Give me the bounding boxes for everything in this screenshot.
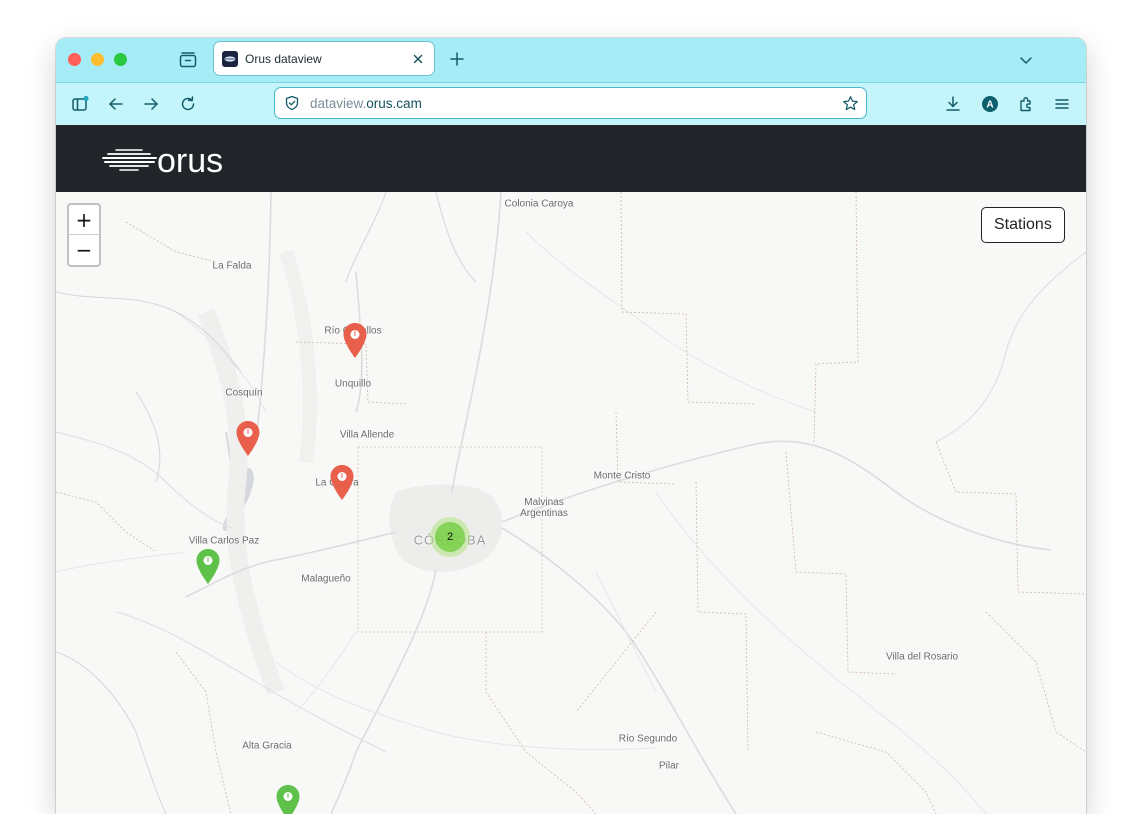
station-cluster-marker[interactable]: 2 — [430, 517, 470, 557]
url-domain: orus.cam — [366, 95, 422, 111]
place-label-pilar: Pilar — [658, 760, 680, 772]
back-arrow-icon[interactable] — [107, 95, 125, 113]
cluster-count: 2 — [435, 522, 465, 552]
forward-arrow-icon[interactable] — [142, 95, 160, 113]
zoom-control: + − — [67, 203, 101, 267]
station-marker-rio-ceballos[interactable] — [342, 322, 368, 360]
svg-text:A: A — [986, 100, 993, 111]
maximize-window-button[interactable] — [114, 53, 127, 66]
extensions-puzzle-icon[interactable] — [1017, 95, 1035, 113]
station-marker-villa-carlos-paz[interactable] — [195, 548, 221, 586]
minimize-window-button[interactable] — [91, 53, 104, 66]
chevron-down-icon[interactable] — [1018, 52, 1034, 68]
close-window-button[interactable] — [68, 53, 81, 66]
logo-wordmark: orus — [157, 142, 223, 177]
basemap — [56, 192, 1086, 814]
station-marker-alta-gracia[interactable] — [275, 784, 301, 814]
place-label-cosquin: Cosquín — [225, 387, 263, 399]
close-icon[interactable] — [411, 52, 425, 66]
menu-hamburger-icon[interactable] — [1053, 95, 1071, 113]
place-label-villa-del-rosario: Villa del Rosario — [885, 651, 959, 663]
tab-strip: Orus dataview — [56, 38, 1086, 82]
place-label-malagueno: Malagueño — [301, 573, 351, 585]
download-icon[interactable] — [944, 95, 962, 113]
new-tab-plus-icon[interactable] — [449, 51, 465, 67]
place-label-villa-allende: Villa Allende — [339, 429, 395, 441]
place-label-unquillo: Unquillo — [334, 378, 372, 390]
web-page: orus Colonia Caroya La Falda Río Unquill… — [56, 125, 1086, 814]
tab-orus-dataview[interactable]: Orus dataview — [214, 42, 434, 75]
shield-icon[interactable] — [284, 95, 300, 111]
navigation-bar: dataview.orus.cam A — [56, 82, 1086, 126]
place-label-colonia-caroya: Colonia Caroya — [504, 198, 574, 210]
station-marker-la-calera[interactable] — [329, 464, 355, 502]
orus-favicon-icon — [222, 50, 238, 67]
orus-logo[interactable]: orus — [102, 141, 262, 177]
browser-window: Orus dataview dataview.orus.cam A orus C… — [56, 38, 1086, 814]
stations-button[interactable]: Stations — [981, 207, 1065, 243]
tab-tray-icon[interactable] — [178, 50, 198, 70]
account-avatar-icon[interactable]: A — [981, 95, 999, 113]
map-view[interactable]: Colonia Caroya La Falda Río Ceballos Unq… — [56, 192, 1086, 814]
place-label-villa-carlos-paz: Villa Carlos Paz — [188, 535, 260, 547]
address-bar[interactable]: dataview.orus.cam — [275, 88, 866, 118]
place-label-monte-cristo: Monte Cristo — [593, 470, 651, 482]
station-marker-cosquin[interactable] — [235, 420, 261, 458]
zoom-in-button[interactable]: + — [69, 205, 99, 235]
tab-title: Orus dataview — [245, 51, 322, 66]
place-label-malvinas-argentinas: Malvinas Argentinas — [520, 497, 568, 519]
zoom-out-button[interactable]: − — [69, 235, 99, 265]
place-label-rio-segundo: Río Segundo — [618, 733, 678, 745]
place-label-la-falda: La Falda — [212, 260, 252, 272]
place-label-alta-gracia: Alta Gracia — [242, 740, 292, 752]
url-prefix: dataview. — [310, 95, 367, 111]
url-text[interactable]: dataview.orus.cam — [310, 96, 842, 111]
reload-icon[interactable] — [179, 95, 197, 113]
site-header: orus — [56, 125, 1086, 192]
sidebar-icon[interactable] — [71, 95, 89, 113]
bookmark-star-icon[interactable] — [842, 95, 859, 112]
